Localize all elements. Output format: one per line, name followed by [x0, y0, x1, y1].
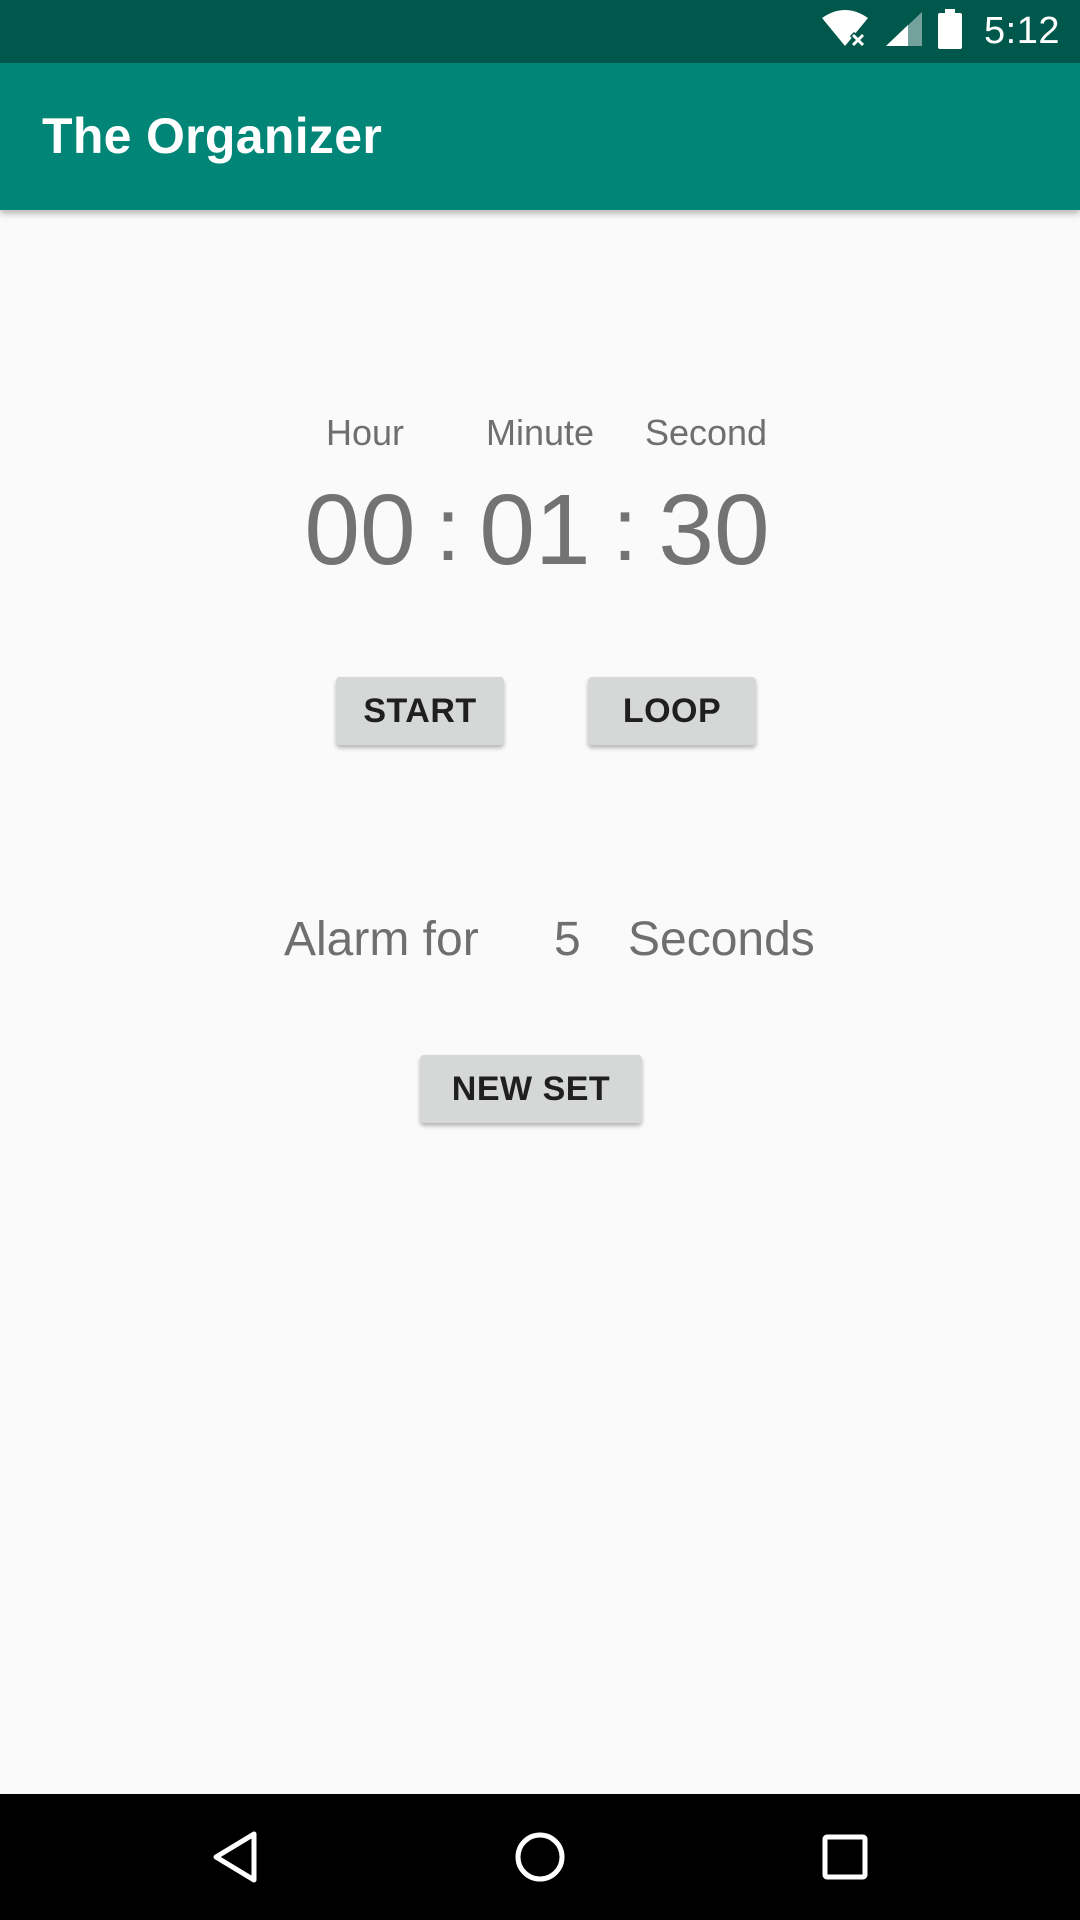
status-icons: 5:12 — [820, 0, 1060, 63]
alarm-duration-value[interactable]: 5 — [554, 910, 581, 970]
alarm-prefix-label: Alarm for — [284, 913, 479, 966]
start-button[interactable]: START — [336, 677, 504, 745]
status-time: 5:12 — [984, 10, 1060, 52]
screen: 5:12 The Organizer Hour Minute Second 00… — [0, 0, 1080, 1920]
signal-icon — [884, 10, 924, 53]
loop-button[interactable]: LOOP — [588, 677, 756, 745]
app-bar: The Organizer — [0, 63, 1080, 210]
alarm-unit-label: Seconds — [628, 913, 815, 966]
navigation-bar — [0, 1794, 1080, 1920]
recent-apps-icon[interactable] — [800, 1812, 890, 1902]
new-set-button[interactable]: NEW SET — [420, 1055, 642, 1123]
wifi-icon — [820, 10, 870, 53]
hour-label: Hour — [325, 412, 405, 453]
app-title: The Organizer — [42, 108, 383, 164]
hour-value[interactable]: 00 — [270, 470, 450, 590]
home-icon[interactable] — [495, 1812, 585, 1902]
second-value[interactable]: 30 — [624, 470, 804, 590]
minute-value[interactable]: 01 — [445, 470, 625, 590]
back-icon[interactable] — [190, 1812, 280, 1902]
status-bar: 5:12 — [0, 0, 1080, 63]
second-label: Second — [644, 412, 768, 453]
battery-icon — [938, 9, 963, 54]
